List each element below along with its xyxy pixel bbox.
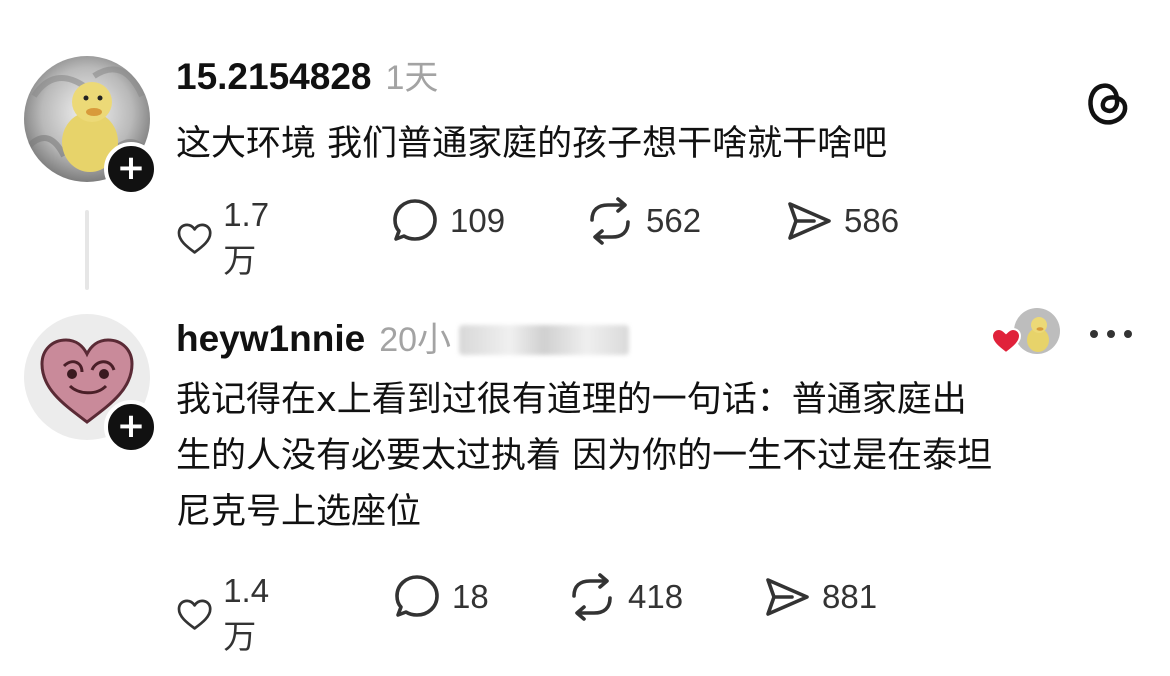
heart-icon <box>177 599 212 630</box>
post-header: heyw1nnie 20小 <box>176 312 630 361</box>
username[interactable]: 15.2154828 <box>176 56 371 98</box>
redacted-region <box>459 325 630 355</box>
more-icon[interactable] <box>1088 326 1134 345</box>
like-button[interactable]: 1.4万 <box>176 572 282 658</box>
follow-button[interactable]: + <box>104 400 158 454</box>
liked-by-author-indicator <box>990 308 1160 368</box>
author-avatar[interactable]: + <box>24 314 158 454</box>
username[interactable]: heyw1nnie <box>176 318 365 360</box>
post-text: 这大环境 我们普通家庭的孩子想干啥就干啥吧 <box>176 124 888 164</box>
share-button[interactable]: 586 <box>784 196 899 246</box>
like-button[interactable]: 1.7万 <box>176 196 282 282</box>
plus-icon: + <box>116 148 146 188</box>
thread-connector-line <box>85 210 89 290</box>
post-text-line: 尼克号上选座位 <box>176 492 422 532</box>
heart-icon <box>177 223 212 254</box>
comment-button[interactable]: 18 <box>392 572 489 622</box>
repost-count: 418 <box>628 578 684 615</box>
comment-icon <box>395 575 439 617</box>
post-text: 我记得在x上看到过很有道理的一句话：普通家庭出 生的人没有必要太过执着 因为你的… <box>176 372 1136 540</box>
repost-icon <box>572 573 612 621</box>
author-avatar[interactable]: + <box>24 56 158 196</box>
repost-count: 562 <box>646 202 702 239</box>
post-time: 1天 <box>385 59 439 97</box>
comment-button[interactable]: 109 <box>390 196 505 246</box>
comment-count: 109 <box>450 202 506 239</box>
plus-icon: + <box>116 406 146 446</box>
comment-count: 18 <box>452 578 489 615</box>
share-button[interactable]: 881 <box>762 572 877 622</box>
repost-button[interactable]: 562 <box>584 196 701 246</box>
liked-heart-icon <box>990 326 1022 360</box>
post-1: + 15.2154828 1天 这大环境 我们普通家庭的孩子想干啥就干啥吧 1.… <box>0 0 1170 300</box>
post-header: 15.2154828 1天 <box>176 50 438 99</box>
send-icon <box>766 578 809 616</box>
post-time: 20小 <box>379 321 452 359</box>
repost-button[interactable]: 418 <box>566 572 683 622</box>
follow-button[interactable]: + <box>104 142 158 196</box>
comment-icon <box>393 199 437 241</box>
send-icon <box>788 202 831 240</box>
post-2: + heyw1nnie 20小 我记得在x上看到过很有道理的一句话：普通家庭出 … <box>0 300 1170 676</box>
share-count: 586 <box>844 202 900 239</box>
like-count: 1.4万 <box>223 572 270 655</box>
share-count: 881 <box>822 578 878 615</box>
post-text-line: 我记得在x上看到过很有道理的一句话：普通家庭出 <box>176 380 967 420</box>
post-text-line: 生的人没有必要太过执着 因为你的一生不过是在泰坦 <box>176 436 993 476</box>
like-count: 1.7万 <box>223 196 270 279</box>
repost-icon <box>590 197 630 245</box>
